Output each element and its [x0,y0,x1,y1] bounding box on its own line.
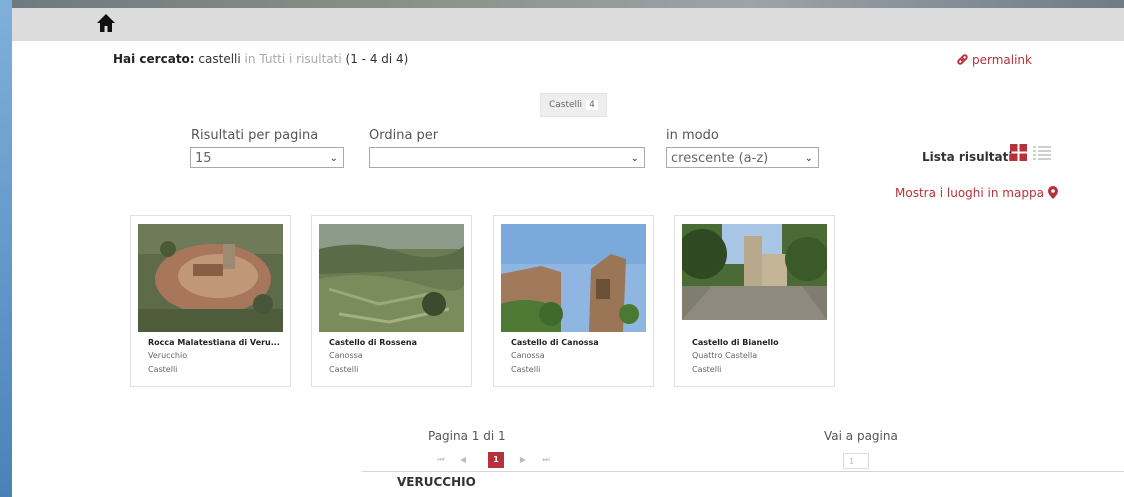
result-category: Castelli [692,365,722,374]
result-place: Verucchio [148,351,188,360]
background-left-strip [0,0,12,497]
result-category: Castelli [148,365,178,374]
facet-castelli[interactable]: Castelli 4 [540,93,607,117]
search-summary: Hai cercato: castelli in Tutti i risulta… [113,52,408,66]
result-image [319,224,464,332]
permalink-link[interactable]: permalink [956,53,1032,67]
section-title: VERUCCHIO [397,475,476,489]
chevron-down-icon: ⌄ [630,153,639,164]
map-pin-icon [1047,186,1058,199]
result-card[interactable]: Castello di Canossa Canossa Castelli [493,215,654,387]
result-title: Castello di Rossena [329,338,417,347]
last-page-button[interactable]: ⏭ [538,452,554,468]
link-icon [957,54,968,65]
search-in-word: in [244,52,256,66]
chevron-down-icon: ⌄ [804,153,813,164]
result-title: Castello di Canossa [511,338,599,347]
first-page-button[interactable]: ⏮ [433,452,449,468]
search-label: Hai cercato: [113,52,195,66]
result-card[interactable]: Castello di Rossena Canossa Castelli [311,215,472,387]
view-mode-label: Lista risultati: [922,150,1018,164]
mode-select[interactable]: crescente (a-z) ⌄ [666,147,819,168]
order-label: Ordina per [369,128,439,143]
permalink-label: permalink [972,53,1032,67]
result-title: Rocca Malatestiana di Veru... [148,338,280,347]
result-card[interactable]: Rocca Malatestiana di Veru... Verucchio … [130,215,291,387]
per-page-select[interactable]: 15 ⌄ [190,147,344,168]
facet-count: 4 [586,100,598,110]
show-map-label: Mostra i luoghi in mappa [895,186,1044,200]
header-photo-strip [12,0,1124,8]
result-image [682,224,827,320]
pagination-label: Pagina 1 di 1 [428,429,506,443]
result-place: Quattro Castella [692,351,758,360]
prev-page-button[interactable]: ◀ [455,452,471,468]
goto-page-input[interactable]: 1 [843,453,869,469]
result-card[interactable]: Castello di Bianello Quattro Castella Ca… [674,215,835,387]
result-image [138,224,283,332]
grid-view-icon[interactable] [1010,144,1027,161]
show-map-link[interactable]: Mostra i luoghi in mappa [895,186,1058,200]
chevron-down-icon: ⌄ [329,153,338,164]
result-place: Canossa [329,351,363,360]
current-page-button[interactable]: 1 [488,452,504,468]
top-navbar [12,8,1124,41]
section-divider [362,471,1124,472]
result-place: Canossa [511,351,545,360]
order-select[interactable]: ⌄ [369,147,645,168]
per-page-value: 15 [195,151,212,166]
result-image [501,224,646,332]
facet-label: Castelli [549,100,583,110]
home-icon[interactable] [96,13,116,33]
mode-value: crescente (a-z) [671,151,769,166]
search-range: (1 - 4 di 4) [345,52,409,66]
result-category: Castelli [511,365,541,374]
result-category: Castelli [329,365,359,374]
result-title: Castello di Bianello [692,338,779,347]
goto-page-label: Vai a pagina [824,429,898,443]
main-content: Hai cercato: castelli in Tutti i risulta… [12,41,1124,497]
per-page-label: Risultati per pagina [191,128,319,143]
mode-label: in modo [666,128,719,143]
search-scope: Tutti i risultati [259,52,342,66]
list-view-icon[interactable] [1033,145,1051,161]
next-page-button[interactable]: ▶ [515,452,531,468]
search-query: castelli [198,52,241,66]
